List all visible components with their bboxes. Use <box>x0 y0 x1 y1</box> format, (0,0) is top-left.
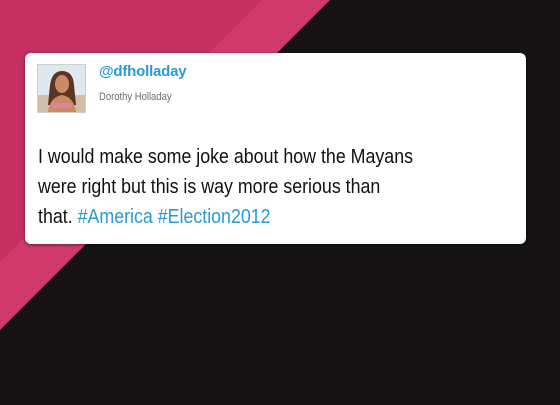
tweet-text: I would make some joke about how the May… <box>38 142 501 232</box>
tweet-text-line-2: were right but this is way more serious … <box>38 176 381 198</box>
tweet-card: @dfholladay Dorothy Holladay I would mak… <box>25 53 526 244</box>
hashtag-election2012-link[interactable]: #Election2012 <box>158 206 271 228</box>
profile-photo-icon <box>38 65 85 112</box>
user-display-name: Dorothy Holladay <box>99 91 172 103</box>
avatar[interactable] <box>37 64 86 113</box>
user-handle-link[interactable]: @dfholladay <box>99 63 187 80</box>
hashtag-america-link[interactable]: #America <box>78 206 153 228</box>
tweet-text-line-3: that. <box>38 206 78 228</box>
tweet-text-line-1: I would make some joke about how the May… <box>38 146 413 168</box>
